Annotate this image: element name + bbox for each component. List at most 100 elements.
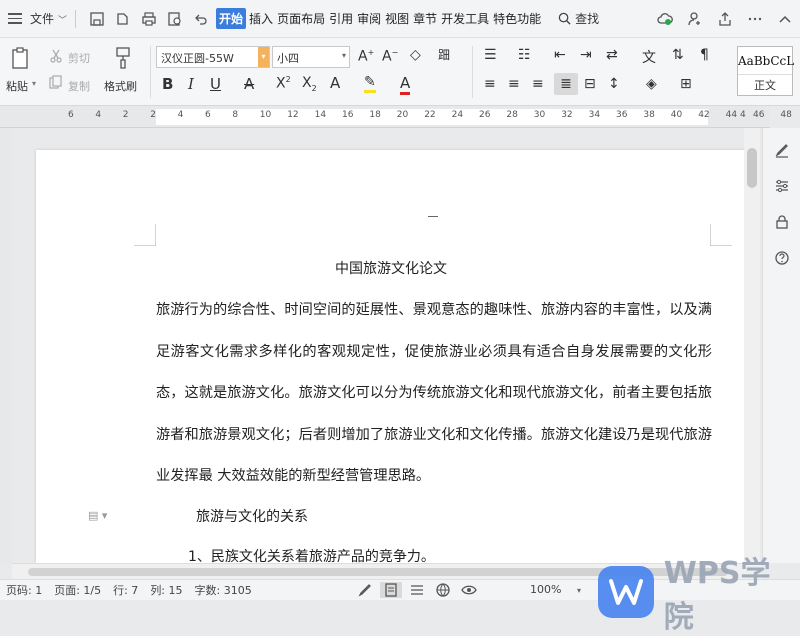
cut-icon[interactable] [48,48,64,64]
tab-view[interactable]: 视图 [384,7,410,30]
ruler-number: 16 [342,110,354,120]
font-name-select[interactable]: 汉仪正圆-55W ▾ [156,46,270,68]
copy-icon[interactable] [48,74,64,90]
hamburger-menu-icon[interactable] [8,13,22,24]
edit-pen-icon[interactable] [763,132,800,168]
increase-indent-icon[interactable]: ⇥ [580,47,592,63]
tab-developer[interactable]: 开发工具 [440,7,490,30]
chevron-down-icon[interactable]: ▾ [32,79,36,88]
print-icon[interactable] [136,6,162,32]
subscript-icon[interactable]: X2 [302,75,317,93]
sort-icon[interactable]: ⇅ [672,47,684,63]
justify-icon[interactable]: ≣ [554,73,578,95]
tab-section[interactable]: 章节 [412,7,438,30]
tab-review[interactable]: 审阅 [356,7,382,30]
phonetic-guide-icon[interactable]: 䟧 [438,46,450,63]
text-direction-icon[interactable]: ⇄ [606,47,618,63]
decrease-indent-icon[interactable]: ⇤ [554,47,566,63]
zoom-level[interactable]: 100% ▾ [524,583,587,596]
cut-label[interactable]: 剪切 [68,50,90,66]
align-left-icon[interactable]: ≡ [484,76,496,92]
style-normal[interactable]: AaBbCcL 正文 [737,46,794,96]
save-icon[interactable] [84,6,110,32]
paste-icon[interactable] [8,44,32,72]
word-count[interactable]: 字数: 3105 [195,582,252,598]
chevron-down-icon: ﹀ [58,16,68,26]
ruler-number: 46 [753,110,765,120]
borders-icon[interactable]: ⊞ [680,76,692,92]
margin-corner-top-right [710,224,732,246]
help-icon[interactable] [763,240,800,276]
search-button[interactable]: 查找 [558,10,599,27]
lock-icon[interactable] [763,204,800,240]
shrink-font-icon[interactable]: A− [382,48,398,65]
page-indicator[interactable]: 页面: 1/5 [54,582,101,598]
share-user-icon[interactable] [680,6,710,32]
ruler-number: 6 [68,110,74,120]
format-painter-button[interactable]: 格式刷 [104,78,137,94]
cloud-sync-icon[interactable] [650,6,680,32]
ruler-number: 8 [232,110,239,120]
ruler-number: 2 [122,110,129,120]
align-right-icon[interactable]: ≡ [532,76,544,92]
align-center-icon[interactable]: ≡ [508,76,520,92]
settings-sliders-icon[interactable] [763,168,800,204]
output-pdf-icon[interactable] [110,6,136,32]
ruler-number: 40 [670,110,683,120]
ruler-number: 38 [643,110,655,120]
underline-icon[interactable]: U [210,75,221,93]
page-view-icon[interactable] [380,582,402,598]
italic-icon[interactable]: I [188,75,194,93]
chevron-down-icon[interactable]: ▾ [258,47,269,67]
distribute-icon[interactable]: ⊟ [584,76,596,92]
font-color-icon[interactable]: A [400,74,411,95]
web-view-icon[interactable] [432,582,454,598]
body-paragraph: 旅游行为的综合性、时间空间的延展性、景观意态的趣味性、旅游内容的丰富性，以及满足… [156,302,712,484]
copy-label[interactable]: 复制 [68,78,90,94]
chinese-layout-icon[interactable]: 文 [642,47,656,67]
line-spacing-icon[interactable]: ↕ [608,76,620,92]
print-preview-icon[interactable] [162,6,188,32]
file-menu[interactable]: 文件 ﹀ [30,10,67,27]
share-icon[interactable] [710,6,740,32]
ruler-number: 2 [150,110,156,120]
vertical-ruler[interactable] [0,128,12,563]
superscript-icon[interactable]: X2 [276,75,291,92]
show-marks-icon[interactable]: ¶ [700,47,709,63]
tab-home[interactable]: 开始 [216,8,247,29]
grow-font-icon[interactable]: A+ [358,48,374,65]
format-painter-icon[interactable] [112,44,134,72]
tab-insert[interactable]: 插入 [248,7,274,30]
wps-brand-text: WPS学院 [663,556,771,635]
style-name: 正文 [738,74,792,93]
search-label: 查找 [575,12,600,26]
page-code[interactable]: 页码: 1 [6,582,42,598]
document-page[interactable]: 中国旅游文化论文 旅游行为的综合性、时间空间的延展性、景观意态的趣味性、旅游内容… [36,150,746,565]
clear-format-icon[interactable]: ◇ [410,47,421,63]
tab-references[interactable]: 引用 [328,7,354,30]
protect-eye-icon[interactable] [354,582,376,598]
more-icon[interactable] [740,6,770,32]
menu-bar: 文件 ﹀ 开始 插入 页面布局 引用 审阅 视图 章节 开发工具 特色功能 查找 [0,0,800,38]
tab-special-features[interactable]: 特色功能 [492,7,542,30]
scroll-thumb[interactable] [747,148,757,188]
collapse-ribbon-icon[interactable] [770,6,800,32]
numbered-list-icon[interactable]: ☷ [518,47,531,63]
font-size-select[interactable]: 小四 ▾ [272,46,350,68]
text-effect-icon[interactable]: A [330,74,340,92]
undo-icon[interactable] [188,6,214,32]
tab-page-layout[interactable]: 页面布局 [276,7,326,30]
paste-button[interactable]: 粘贴 [6,78,28,94]
shading-icon[interactable]: ◈ [646,76,657,92]
vertical-scrollbar[interactable] [744,128,760,563]
paragraph-handle-icon[interactable]: ▤ ▾ [88,509,107,522]
reading-mode-icon[interactable] [458,582,480,598]
horizontal-ruler[interactable]: 6 4 2 2 4 6 8 10 12 14 16 18 20 22 24 26 28 30 32 34 36 38 40 4… [0,106,792,128]
highlight-icon[interactable]: ✎ [364,74,376,93]
strikethrough-icon[interactable]: A [244,75,254,93]
outline-view-icon[interactable] [406,582,428,598]
bullet-list-icon[interactable]: ☰ [484,47,497,63]
ruler-number: 4 [95,110,102,120]
divider [75,9,77,28]
bold-icon[interactable]: B [162,75,173,93]
